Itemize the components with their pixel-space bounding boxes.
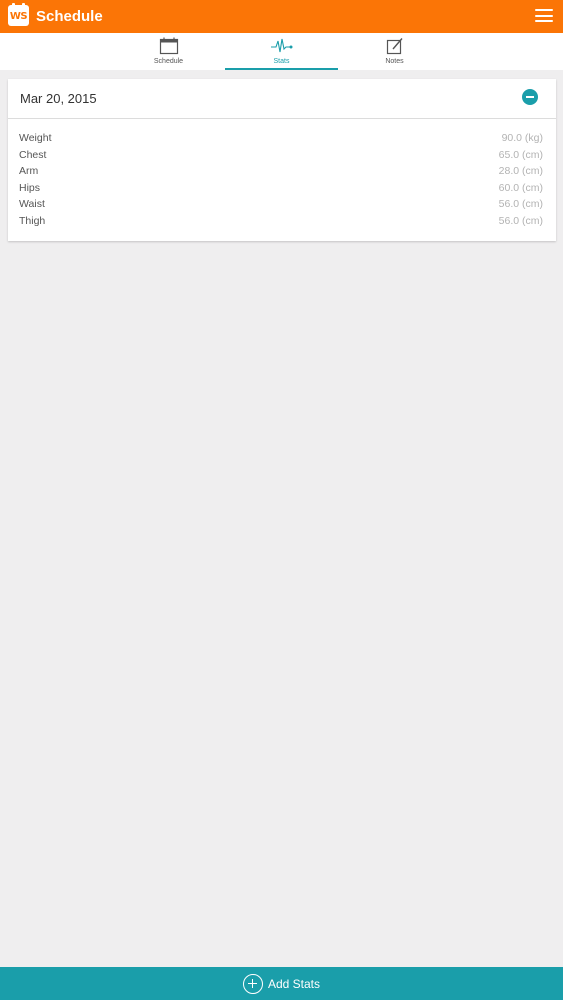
stat-row-hips: Hips 60.0 (cm)	[8, 182, 556, 199]
stat-row-weight: Weight 90.0 (kg)	[8, 132, 556, 149]
stat-name: Weight	[19, 132, 52, 144]
stat-value: 56.0 (cm)	[498, 198, 543, 210]
heartbeat-icon	[270, 36, 294, 56]
stats-date: Mar 20, 2015	[20, 91, 97, 106]
stat-value: 90.0 (kg)	[501, 132, 543, 144]
page-title: Schedule	[36, 8, 103, 25]
tab-bar: Schedule Stats Notes	[0, 33, 563, 70]
stat-value: 56.0 (cm)	[498, 214, 543, 227]
stats-card: Mar 20, 2015 Weight 90.0 (kg) Chest 65.0…	[8, 79, 556, 241]
stat-name: Thigh	[19, 214, 46, 227]
stats-list: Weight 90.0 (kg) Chest 65.0 (cm) Arm 28.…	[8, 132, 556, 231]
tab-notes-label: Notes	[385, 58, 404, 65]
stat-name: Waist	[19, 198, 45, 210]
tab-schedule[interactable]: Schedule	[112, 33, 225, 70]
stats-card-header: Mar 20, 2015	[8, 79, 556, 119]
add-stats-button[interactable]: Add Stats	[0, 967, 563, 1000]
stat-row-chest: Chest 65.0 (cm)	[8, 149, 556, 166]
stat-row-arm: Arm 28.0 (cm)	[8, 165, 556, 182]
stat-value: 28.0 (cm)	[498, 165, 543, 177]
app-logo-text: WS	[9, 11, 28, 22]
calendar-icon	[157, 36, 181, 56]
edit-note-icon	[383, 36, 407, 56]
minus-circle-icon[interactable]	[522, 89, 538, 105]
stat-name: Hips	[19, 181, 41, 194]
tab-notes[interactable]: Notes	[338, 33, 451, 70]
tab-schedule-label: Schedule	[153, 58, 184, 65]
stat-name: Chest	[19, 148, 47, 161]
app-bar: WS Schedule	[0, 0, 563, 33]
stat-value: 60.0 (cm)	[498, 181, 543, 194]
stat-row-thigh: Thigh 56.0 (cm)	[8, 215, 556, 232]
plus-circle-icon	[242, 973, 263, 994]
stat-value: 65.0 (cm)	[498, 148, 543, 161]
tab-stats[interactable]: Stats	[225, 33, 338, 70]
add-stats-label: Add Stats	[267, 976, 321, 991]
stat-name: Arm	[19, 165, 39, 177]
hamburger-menu-icon[interactable]	[535, 9, 553, 23]
app-logo: WS	[8, 3, 29, 26]
tab-stats-label: Stats	[273, 58, 290, 65]
stat-row-waist: Waist 56.0 (cm)	[8, 198, 556, 215]
